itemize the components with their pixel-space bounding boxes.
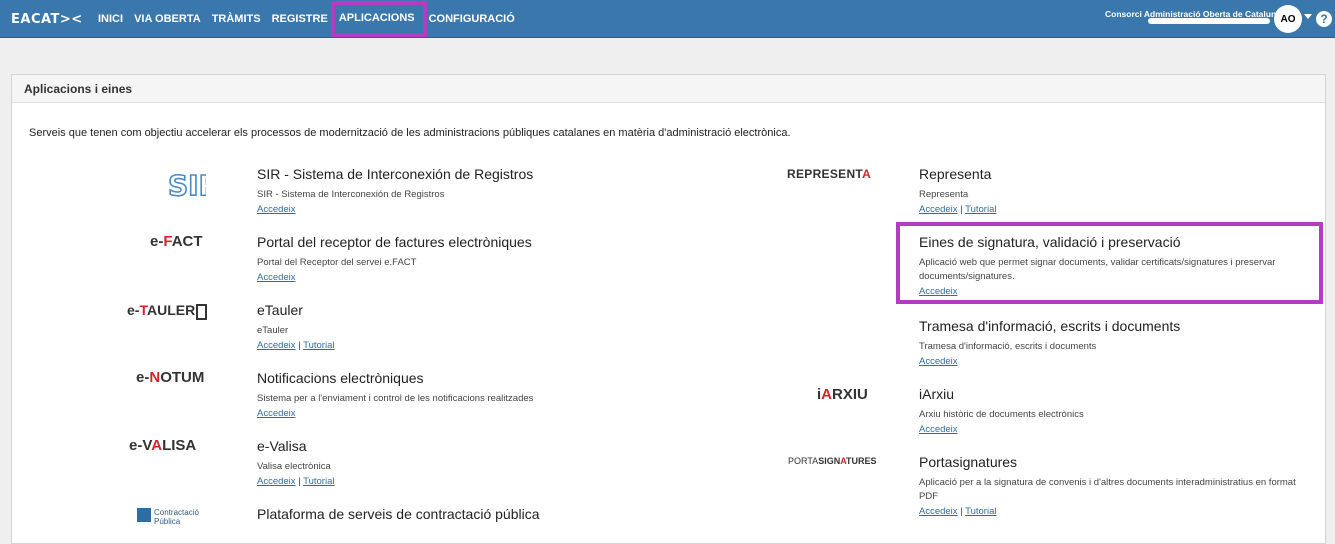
app-etauler: eTauler eTauler Accedeix | Tutorial bbox=[257, 302, 757, 351]
app-description: SIR - Sistema de Interconexión de Regist… bbox=[257, 189, 445, 200]
app-description: Portal del Receptor del servei e.FACT bbox=[257, 257, 417, 268]
highlight-box bbox=[896, 222, 1323, 304]
main-nav: INICI VIA OBERTA TRÀMITS REGISTRE APLICA… bbox=[98, 0, 526, 38]
app-description: Arxiu històric de documents electrònics bbox=[919, 409, 1084, 420]
accedeix-link[interactable]: Accedeix bbox=[919, 506, 958, 517]
nav-inici[interactable]: INICI bbox=[98, 13, 123, 25]
app-description: Sistema per a l'enviament i control de l… bbox=[257, 393, 534, 404]
accedeix-link[interactable]: Accedeix bbox=[257, 476, 296, 487]
svg-text:SIR: SIR bbox=[168, 169, 206, 201]
app-title: Notificacions electròniques bbox=[257, 370, 424, 386]
app-evalisa: e-Valisa Valisa electrònica Accedeix | T… bbox=[257, 438, 757, 487]
app-title: Plataforma de serveis de contractació pú… bbox=[257, 506, 540, 522]
nav-via-oberta[interactable]: VIA OBERTA bbox=[134, 13, 201, 25]
tutorial-link[interactable]: Tutorial bbox=[303, 340, 334, 351]
app-iarxiu: iArxiu Arxiu històric de documents elect… bbox=[919, 386, 1314, 435]
chevron-down-icon[interactable] bbox=[1304, 14, 1312, 19]
accedeix-link[interactable]: Accedeix bbox=[919, 204, 958, 215]
help-icon[interactable]: ? bbox=[1316, 11, 1332, 27]
app-efact: Portal del receptor de factures electròn… bbox=[257, 234, 757, 283]
app-title: Portal del receptor de factures electròn… bbox=[257, 234, 532, 250]
app-description: Tramesa d'informació, escrits i document… bbox=[919, 341, 1097, 352]
sir-logo-icon: SIR bbox=[167, 168, 221, 203]
sir-logo: SIR bbox=[166, 167, 221, 203]
app-portasignatures: Portasignatures Aplicació per a la signa… bbox=[919, 454, 1314, 517]
app-title: eTauler bbox=[257, 302, 303, 318]
accedeix-link[interactable]: Accedeix bbox=[257, 204, 296, 215]
accedeix-link[interactable]: Accedeix bbox=[919, 424, 958, 435]
iarxiu-logo: iARXIU bbox=[817, 386, 868, 403]
app-title: e-Valisa bbox=[257, 438, 307, 454]
nav-tramits[interactable]: TRÀMITS bbox=[212, 13, 261, 25]
app-representa: Representa Representa Accedeix | Tutoria… bbox=[919, 166, 1314, 215]
evalisa-logo: e-VALISA bbox=[129, 437, 197, 454]
app-enotum: Notificacions electròniques Sistema per … bbox=[257, 370, 757, 419]
accedeix-link[interactable]: Accedeix bbox=[257, 340, 296, 351]
efact-logo: e-FACT bbox=[150, 233, 203, 250]
enotum-logo: e-NOTUM bbox=[136, 369, 205, 386]
tutorial-link[interactable]: Tutorial bbox=[965, 506, 996, 517]
intro-text: Serveis que tenen com objectiu accelerar… bbox=[29, 127, 791, 139]
panel-title: Aplicacions i eines bbox=[12, 75, 1325, 103]
app-title: Representa bbox=[919, 166, 992, 182]
redacted-user-name bbox=[1148, 18, 1270, 24]
app-title: Tramesa d'informació, escrits i document… bbox=[919, 318, 1181, 334]
app-title: Portasignatures bbox=[919, 454, 1018, 470]
app-sir: SIR - Sistema de Interconexión de Regist… bbox=[257, 166, 757, 215]
eacat-logo[interactable]: EACAT>< bbox=[11, 12, 83, 27]
user-avatar[interactable]: AO bbox=[1274, 5, 1302, 33]
contractacio-publica-logo: Contractació Pública bbox=[137, 508, 199, 526]
app-description: eTauler bbox=[257, 325, 289, 336]
nav-registre[interactable]: REGISTRE bbox=[272, 13, 328, 25]
accedeix-link[interactable]: Accedeix bbox=[919, 356, 958, 367]
app-tramesa: Tramesa d'informació, escrits i document… bbox=[919, 318, 1314, 367]
tutorial-link[interactable]: Tutorial bbox=[303, 476, 334, 487]
accedeix-link[interactable]: Accedeix bbox=[257, 272, 296, 283]
representa-logo: REPRESENTA bbox=[787, 167, 872, 181]
app-description: Aplicació per a la signatura de convenis… bbox=[919, 477, 1296, 502]
nav-configuracio[interactable]: CONFIGURACIÓ bbox=[429, 13, 515, 25]
app-title: SIR - Sistema de Interconexión de Regist… bbox=[257, 166, 534, 182]
accedeix-link[interactable]: Accedeix bbox=[257, 408, 296, 419]
top-navigation-bar: EACAT>< INICI VIA OBERTA TRÀMITS REGISTR… bbox=[0, 0, 1335, 38]
etauler-logo: e-TAULER bbox=[127, 302, 208, 320]
nav-aplicacions[interactable]: APLICACIONS bbox=[330, 1, 427, 37]
app-contractacio-publica: Plataforma de serveis de contractació pú… bbox=[257, 506, 757, 522]
tutorial-link[interactable]: Tutorial bbox=[965, 204, 996, 215]
app-description: Valisa electrònica bbox=[257, 461, 331, 472]
app-title: iArxiu bbox=[919, 386, 955, 402]
app-description: Representa bbox=[919, 189, 969, 200]
portasignatures-logo: PORTASIGNATURES bbox=[788, 456, 877, 466]
